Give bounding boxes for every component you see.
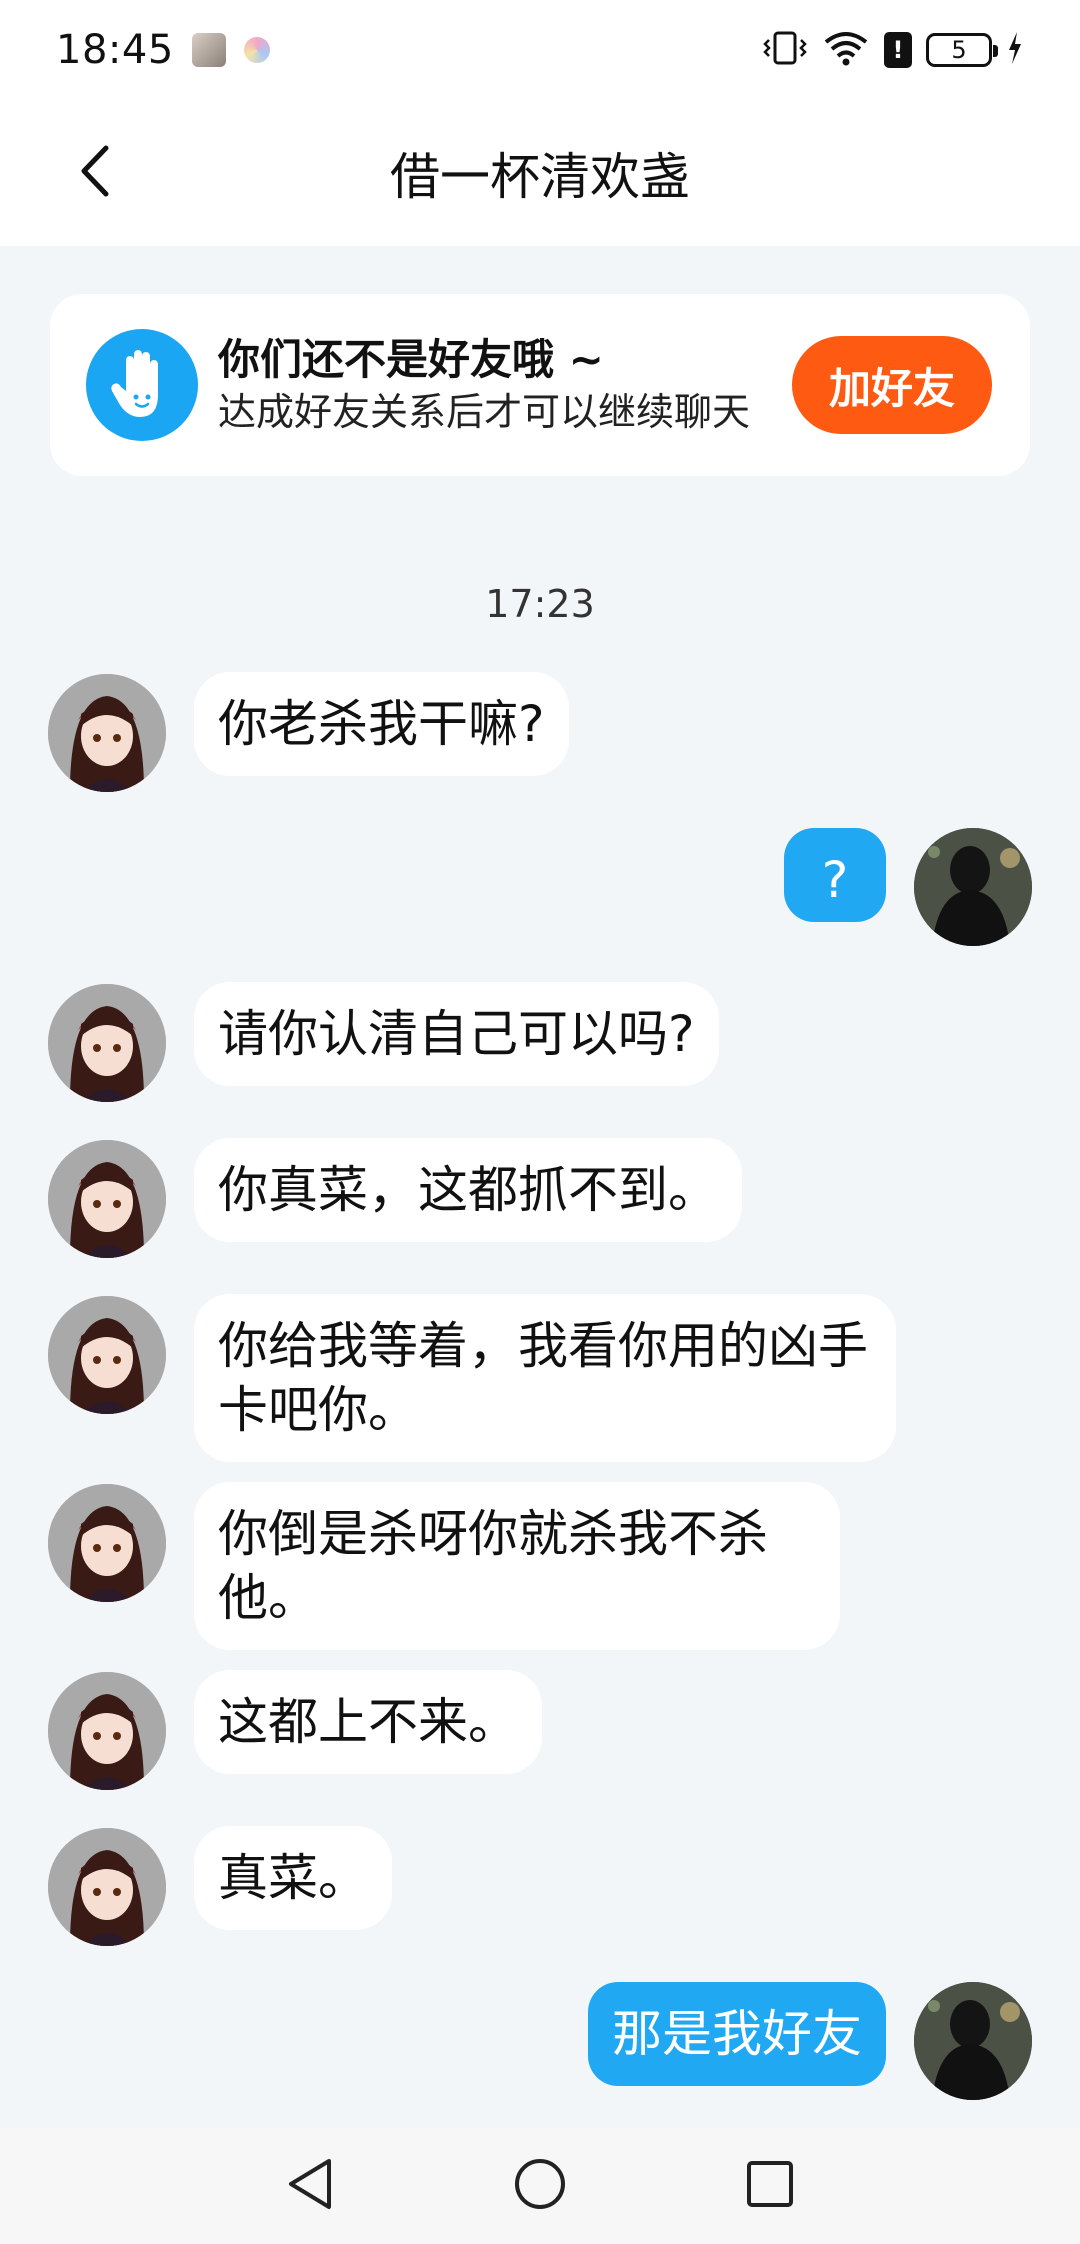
chat-header: 借一杯清欢盏 <box>0 100 1080 246</box>
nav-home-icon <box>513 2157 567 2215</box>
chat-timestamp: 17:23 <box>485 582 595 626</box>
contact-avatar[interactable] <box>48 1672 166 1790</box>
battery-level: 5 <box>951 36 967 64</box>
contact-avatar[interactable] <box>48 1828 166 1946</box>
banner-title: 你们还不是好友哦 ~ <box>218 335 604 384</box>
message-row-incoming: 你老杀我干嘛? <box>0 672 1080 802</box>
nav-recents-icon <box>745 2159 795 2213</box>
my-avatar[interactable] <box>914 828 1032 946</box>
hand-wave-icon <box>86 329 198 441</box>
nav-back-icon <box>285 2157 335 2215</box>
not-friends-banner: 你们还不是好友哦 ~ 达成好友关系后才可以继续聊天 加好友 <box>50 294 1030 476</box>
message-row-incoming: 这都上不来。 <box>0 1670 1080 1800</box>
charging-icon <box>1006 30 1024 70</box>
status-bar: 18:45 ! 5 <box>0 0 1080 100</box>
battery-icon: 5 <box>926 33 998 67</box>
vibrate-icon <box>762 30 808 70</box>
banner-subtitle: 达成好友关系后才可以继续聊天 <box>218 390 751 434</box>
status-right: ! 5 <box>762 30 1024 70</box>
status-time: 18:45 <box>56 27 174 73</box>
incoming-bubble[interactable]: 你给我等着，我看你用的凶手卡吧你。 <box>194 1294 896 1462</box>
contact-avatar[interactable] <box>48 1296 166 1414</box>
back-chevron-icon <box>78 144 112 202</box>
contact-avatar[interactable] <box>48 674 166 792</box>
chat-title: 借一杯清欢盏 <box>390 148 690 206</box>
back-button[interactable] <box>70 144 120 202</box>
message-row-incoming: 真菜。 <box>0 1826 1080 1956</box>
app-notification-icon <box>191 33 226 67</box>
system-nav-bar <box>0 2128 1080 2244</box>
message-row-incoming: 你给我等着，我看你用的凶手卡吧你。 <box>0 1294 1080 1462</box>
wifi-icon <box>822 30 870 70</box>
alert-icon: ! <box>884 32 912 68</box>
incoming-bubble[interactable]: 这都上不来。 <box>194 1670 542 1774</box>
contact-avatar[interactable] <box>48 984 166 1102</box>
app-dot-icon <box>243 37 270 63</box>
incoming-bubble[interactable]: 请你认清自己可以吗? <box>194 982 719 1086</box>
outgoing-bubble[interactable]: ? <box>784 828 886 922</box>
nav-home-button[interactable] <box>510 2156 570 2216</box>
outgoing-bubble[interactable]: 那是我好友 <box>588 1982 886 2086</box>
message-row-outgoing: ? <box>0 828 1080 958</box>
status-left: 18:45 <box>56 27 270 73</box>
incoming-bubble[interactable]: 真菜。 <box>194 1826 392 1930</box>
nav-back-button[interactable] <box>280 2156 340 2216</box>
contact-avatar[interactable] <box>48 1484 166 1602</box>
nav-recents-button[interactable] <box>740 2156 800 2216</box>
message-row-incoming: 请你认清自己可以吗? <box>0 982 1080 1112</box>
message-row-incoming: 你倒是杀呀你就杀我不杀他。 <box>0 1482 1080 1650</box>
contact-avatar[interactable] <box>48 1140 166 1258</box>
banner-text: 你们还不是好友哦 ~ 达成好友关系后才可以继续聊天 <box>218 334 758 436</box>
message-row-incoming: 你真菜，这都抓不到。 <box>0 1138 1080 1268</box>
my-avatar[interactable] <box>914 1982 1032 2100</box>
incoming-bubble[interactable]: 你真菜，这都抓不到。 <box>194 1138 742 1242</box>
incoming-bubble[interactable]: 你倒是杀呀你就杀我不杀他。 <box>194 1482 840 1650</box>
message-row-outgoing: 那是我好友 <box>0 1982 1080 2112</box>
add-friend-button[interactable]: 加好友 <box>792 336 992 434</box>
incoming-bubble[interactable]: 你老杀我干嘛? <box>194 672 569 776</box>
